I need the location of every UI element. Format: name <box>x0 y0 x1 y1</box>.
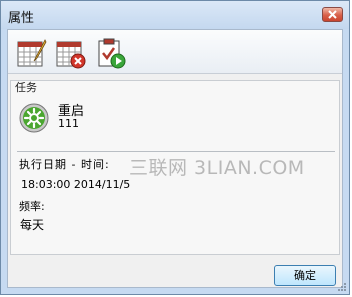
close-button[interactable] <box>322 7 343 22</box>
task-id: 111 <box>58 117 79 130</box>
task-group: 任务 重启 111 三联网 3LIAN.COM 执行日期 - 时间: 18:03… <box>10 80 340 255</box>
calendar-edit-icon <box>17 39 47 67</box>
ok-button[interactable]: 确定 <box>274 265 336 286</box>
edit-task-button[interactable] <box>16 37 50 69</box>
window-title: 属性 <box>8 11 35 26</box>
separator <box>17 151 335 152</box>
client-area: 任务 重启 111 三联网 3LIAN.COM 执行日期 - 时间: 18:03… <box>7 29 343 288</box>
group-label: 任务 <box>15 81 37 94</box>
toolbar <box>8 30 342 74</box>
close-icon <box>328 10 337 19</box>
properties-window: 属性 任务 重启 111 三联网 3LIAN.COM 执行日期 - 时间: 18… <box>0 0 350 295</box>
calendar-delete-icon <box>56 41 86 69</box>
freq-value: 每天 <box>20 218 45 232</box>
resize-grip-icon[interactable] <box>337 282 347 292</box>
restart-icon <box>19 103 49 133</box>
exec-value: 18:03:00 2014/11/5 <box>21 178 131 191</box>
title-bar[interactable]: 属性 <box>1 1 349 29</box>
run-task-button[interactable] <box>95 37 129 69</box>
delete-task-button[interactable] <box>55 37 89 69</box>
freq-label: 频率: <box>19 200 45 213</box>
watermark: 三联网 3LIAN.COM <box>129 157 305 179</box>
exec-label: 执行日期 - 时间: <box>19 158 110 171</box>
clipboard-run-icon <box>98 38 126 69</box>
